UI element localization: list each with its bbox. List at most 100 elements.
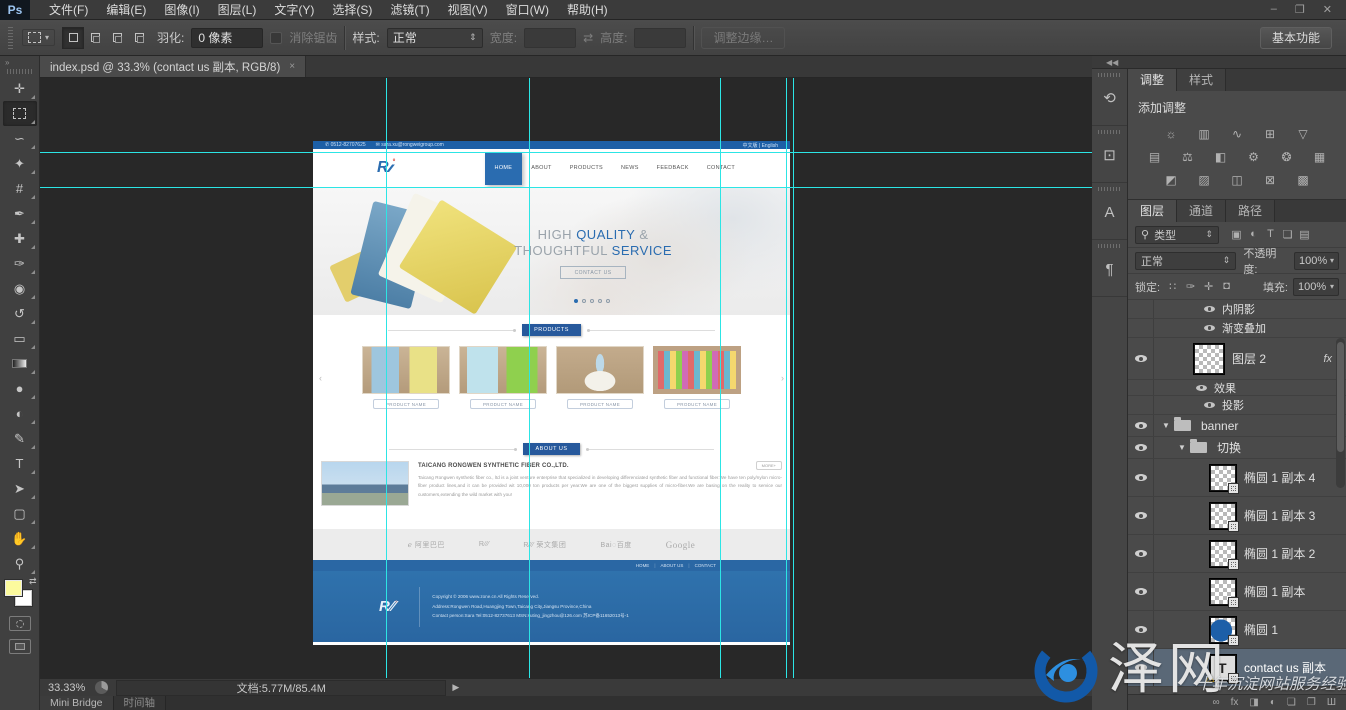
layer-row-椭圆 1 副本[interactable]: 椭圆 1 副本 [1128, 573, 1346, 611]
style-select[interactable]: 正常⇕ [387, 28, 483, 48]
minimize-icon[interactable]: – [1271, 3, 1277, 16]
restore-icon[interactable]: ❐ [1295, 3, 1305, 16]
character-panel-icon[interactable]: A [1097, 199, 1123, 225]
brush-tool[interactable]: ✑ [3, 251, 37, 276]
expand-triangle-icon[interactable]: ▼ [1178, 443, 1190, 452]
filter-adjustment-layers-icon[interactable]: ◐ [1245, 228, 1262, 241]
menu-编辑(E)[interactable]: 编辑(E) [97, 0, 155, 20]
fill-field[interactable]: 100%▾ [1293, 278, 1339, 296]
visibility-eye-icon[interactable] [1196, 385, 1207, 391]
subtract-selection-button[interactable] [106, 27, 128, 49]
path-selection-tool[interactable]: ➤ [3, 476, 37, 501]
threshold-icon[interactable]: ◫ [1225, 171, 1249, 188]
black-white-icon[interactable]: ◧ [1209, 148, 1233, 165]
tool-preset-picker[interactable]: ▾ [22, 29, 55, 46]
selective-color-icon[interactable]: ▩ [1291, 171, 1315, 188]
invert-icon[interactable]: ◩ [1159, 171, 1183, 188]
canvas-viewport[interactable]: ✆ 0512-82707625 ✉ sara.xu@rongweigroup.c… [40, 78, 1092, 678]
layer-row-椭圆 1[interactable]: 椭圆 1 [1128, 611, 1346, 649]
tab-通道[interactable]: 通道 [1177, 200, 1226, 222]
width-input[interactable] [524, 28, 576, 48]
filter-type-layers-icon[interactable]: T [1262, 228, 1279, 241]
healing-brush-tool[interactable]: ✚ [3, 226, 37, 251]
layer-row-椭圆 1 副本 3[interactable]: 椭圆 1 副本 3 [1128, 497, 1346, 535]
eraser-tool[interactable]: ▭ [3, 326, 37, 351]
panel-collapse-bar[interactable]: ◀◀ [1092, 56, 1346, 69]
photo-filter-icon[interactable]: ⚙ [1242, 148, 1266, 165]
lock-position-icon[interactable]: ✛ [1201, 280, 1216, 293]
clone-stamp-tool[interactable]: ◉ [3, 276, 37, 301]
layer-row-内阴影[interactable]: 内阴影 [1128, 300, 1346, 319]
screen-mode-button[interactable] [9, 639, 31, 654]
type-tool[interactable]: T [3, 451, 37, 476]
paragraph-panel-icon[interactable]: ¶ [1097, 256, 1123, 282]
visibility-eye-icon[interactable] [1135, 355, 1147, 362]
curves-icon[interactable]: ∿ [1225, 125, 1249, 142]
nav-home[interactable]: HOME [485, 152, 523, 185]
color-lookup-icon[interactable]: ▦ [1308, 148, 1332, 165]
hue-saturation-icon[interactable]: ▤ [1143, 148, 1167, 165]
properties-panel-icon[interactable]: ⊡ [1097, 142, 1123, 168]
posterize-icon[interactable]: ▨ [1192, 171, 1216, 188]
layer-row-切换[interactable]: ▼切换 [1128, 437, 1346, 459]
visibility-eye-icon[interactable] [1135, 664, 1147, 671]
status-options-arrow-icon[interactable]: ▶ [452, 682, 459, 693]
layer-row-椭圆 1 副本 2[interactable]: 椭圆 1 副本 2 [1128, 535, 1346, 573]
pen-tool[interactable]: ✎ [3, 426, 37, 451]
opacity-field[interactable]: 100%▾ [1294, 252, 1339, 270]
history-panel-icon[interactable]: ⟲ [1097, 85, 1123, 111]
visibility-eye-icon[interactable] [1135, 550, 1147, 557]
link-layers-icon[interactable]: ∞ [1212, 697, 1219, 708]
lock-pixels-icon[interactable]: ✑ [1183, 280, 1198, 293]
lasso-tool[interactable]: ∽ [3, 126, 37, 151]
bottom-tab-时间轴[interactable]: 时间轴 [114, 696, 167, 710]
visibility-eye-icon[interactable] [1135, 588, 1147, 595]
new-layer-icon[interactable]: ❐ [1307, 697, 1316, 708]
blend-mode-select[interactable]: 正常⇕ [1135, 252, 1236, 270]
levels-icon[interactable]: ▥ [1192, 125, 1216, 142]
swap-colors-icon[interactable]: ⇄ [29, 576, 37, 587]
visibility-eye-icon[interactable] [1204, 402, 1215, 408]
tab-图层[interactable]: 图层 [1128, 200, 1177, 222]
intersect-selection-button[interactable] [128, 27, 150, 49]
rectangular-marquee-tool[interactable] [3, 101, 37, 126]
visibility-eye-icon[interactable] [1204, 325, 1215, 331]
layer-row-效果[interactable]: 效果 [1128, 380, 1346, 396]
layer-fx-badge[interactable]: fx [1323, 353, 1332, 365]
tab-路径[interactable]: 路径 [1226, 200, 1275, 222]
toolbar-collapse-icon[interactable]: » [0, 56, 39, 69]
zoom-tool[interactable]: ⚲ [3, 551, 37, 576]
vibrance-icon[interactable]: ▽ [1291, 125, 1315, 142]
swap-dimensions-icon[interactable]: ⇄ [583, 31, 593, 45]
nav-feedback[interactable]: FEEDBACK [648, 165, 698, 171]
feather-input[interactable]: 0 像素 [191, 28, 263, 48]
shape-tool[interactable]: ▢ [3, 501, 37, 526]
tab-样式[interactable]: 样式 [1177, 69, 1226, 91]
menu-图像(I)[interactable]: 图像(I) [155, 0, 208, 20]
workspace-button[interactable]: 基本功能 [1260, 27, 1332, 49]
color-balance-icon[interactable]: ⚖ [1176, 148, 1200, 165]
menu-选择(S)[interactable]: 选择(S) [323, 0, 381, 20]
layer-filter-type-select[interactable]: ⚲ 类型 ⇕ [1135, 226, 1219, 244]
menu-窗口(W)[interactable]: 窗口(W) [497, 0, 558, 20]
visibility-eye-icon[interactable] [1135, 474, 1147, 481]
filter-pixel-layers-icon[interactable]: ▣ [1228, 228, 1245, 241]
visibility-eye-icon[interactable] [1135, 626, 1147, 633]
exposure-icon[interactable]: ⊞ [1258, 125, 1282, 142]
channel-mixer-icon[interactable]: ❂ [1275, 148, 1299, 165]
layers-scrollbar[interactable] [1336, 338, 1345, 488]
visibility-eye-icon[interactable] [1135, 422, 1147, 429]
refine-edge-button[interactable]: 调整边缘… [701, 27, 785, 49]
add-mask-icon[interactable]: ◨ [1249, 697, 1258, 708]
filter-smart-objects-icon[interactable]: ▤ [1296, 228, 1313, 241]
zoom-level-field[interactable]: 33.33% [40, 682, 95, 694]
layer-style-icon[interactable]: fx [1231, 697, 1239, 708]
move-tool[interactable]: ✛ [3, 76, 37, 101]
nav-news[interactable]: NEWS [612, 165, 648, 171]
brightness-contrast-icon[interactable]: ☼ [1159, 125, 1183, 142]
add-selection-button[interactable] [84, 27, 106, 49]
menu-视图(V)[interactable]: 视图(V) [439, 0, 497, 20]
history-brush-tool[interactable]: ↺ [3, 301, 37, 326]
menu-图层(L)[interactable]: 图层(L) [209, 0, 266, 20]
foreground-color-swatch[interactable] [5, 580, 22, 596]
